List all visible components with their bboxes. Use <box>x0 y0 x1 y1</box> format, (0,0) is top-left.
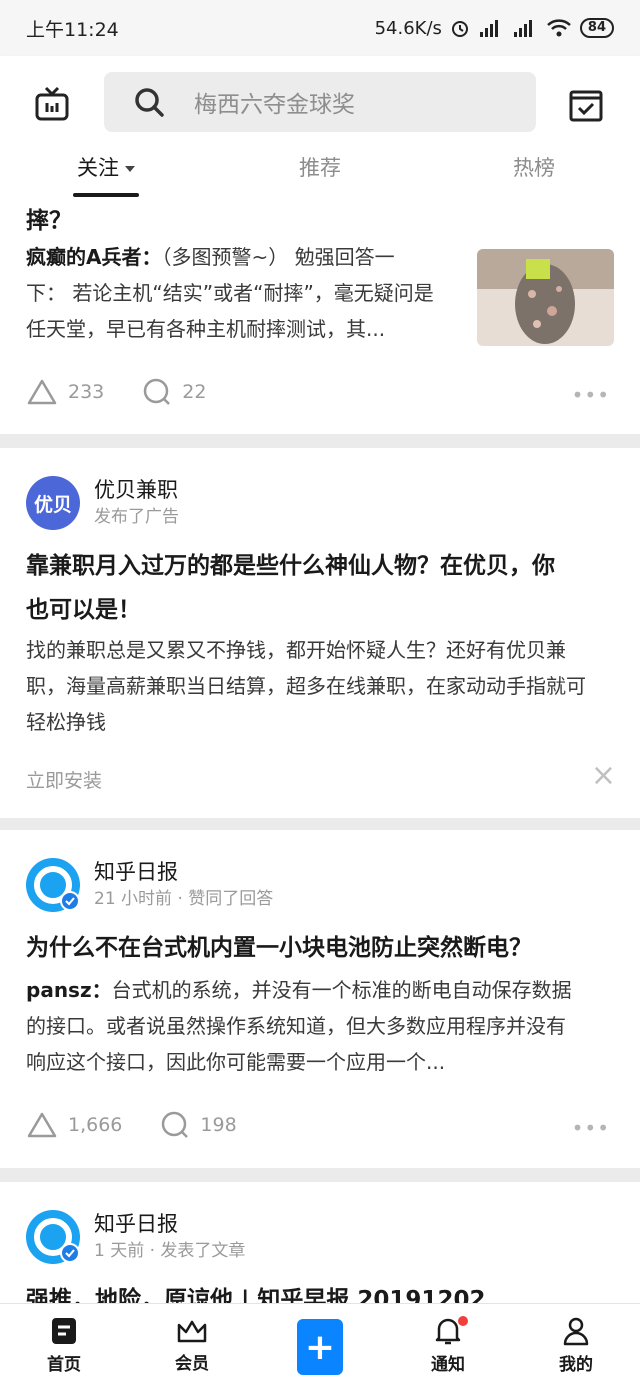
status-indicators: 54.6K/s 84 <box>375 18 614 39</box>
upvote-icon <box>27 1112 57 1138</box>
user-icon <box>563 1317 589 1345</box>
caret-down-icon <box>125 166 135 172</box>
notification-dot <box>458 1316 468 1326</box>
plus-icon: + <box>297 1319 343 1375</box>
feed-tabs: 关注 推荐 热榜 <box>0 148 640 197</box>
author-row[interactable]: 知乎日报 1 天前 · 发表了文章 <box>26 1210 245 1264</box>
comment-count: 22 <box>182 381 207 403</box>
close-ad-icon[interactable]: × <box>591 758 616 793</box>
nav-home-label: 首页 <box>47 1354 81 1375</box>
answer-author: 疯癫的A兵者： <box>26 245 162 269</box>
nav-notifications[interactable]: 通知 <box>384 1304 512 1386</box>
advertiser-avatar-text: 优贝 <box>33 493 72 516</box>
bottom-nav: 首页 会员 + 通知 我的 <box>0 1303 640 1386</box>
status-time: 上午11:24 <box>26 18 119 41</box>
tab-following[interactable]: 关注 <box>0 148 212 197</box>
nav-vip[interactable]: 会员 <box>128 1304 256 1386</box>
ad-meta: 发布了广告 <box>94 507 179 527</box>
net-speed: 54.6K/s <box>374 17 442 39</box>
nav-profile[interactable]: 我的 <box>512 1304 640 1386</box>
upvote-icon <box>27 379 57 405</box>
advertiser-name[interactable]: 优贝兼职 <box>94 476 179 504</box>
top-header: 梅西六夺金球奖 关注 推荐 热榜 <box>0 56 640 197</box>
signal-icon-2 <box>512 18 538 38</box>
search-placeholder: 梅西六夺金球奖 <box>194 92 355 118</box>
search-icon <box>135 88 164 117</box>
card-excerpt[interactable]: pansz：台式机的系统，并没有一个标准的断电自动保存数据的接口。或者说虽然操作… <box>0 972 610 1080</box>
author-meta: 21 小时前 · 赞同了回答 <box>94 889 274 909</box>
advertiser-avatar[interactable]: 优贝 <box>26 476 80 530</box>
tab-hot-label: 热榜 <box>513 156 555 180</box>
upvote-count: 1,666 <box>68 1114 123 1136</box>
tab-recommend[interactable]: 推荐 <box>212 148 428 197</box>
author-name[interactable]: 知乎日报 <box>94 1210 245 1238</box>
zhihu-daily-avatar[interactable] <box>26 1210 80 1264</box>
battery-icon: 84 <box>579 18 614 38</box>
zhihu-daily-avatar[interactable] <box>26 858 80 912</box>
answer-author: pansz： <box>26 978 112 1002</box>
tab-hot[interactable]: 热榜 <box>428 148 640 197</box>
checklist-icon[interactable] <box>566 84 606 124</box>
comment-icon <box>162 1111 189 1138</box>
nav-create[interactable]: + <box>256 1304 384 1386</box>
author-name[interactable]: 知乎日报 <box>94 858 273 886</box>
status-bar: 上午11:24 54.6K/s 84 <box>0 0 640 56</box>
wifi-icon <box>546 18 572 38</box>
nav-home[interactable]: 首页 <box>0 1304 128 1386</box>
home-doc-icon <box>52 1317 76 1344</box>
answer-thumbnail[interactable] <box>477 249 614 346</box>
alarm-icon <box>450 18 470 38</box>
upvote-button[interactable]: 1,666 <box>26 1111 122 1139</box>
card-excerpt[interactable]: 疯癫的A兵者：（多图预警~） 勉强回答一下： 若论主机“结实”或者“耐摔”，毫无… <box>0 239 460 347</box>
ad-title[interactable]: 靠兼职月入过万的都是些什么神仙人物？在优贝，你也可以是！ <box>0 544 600 632</box>
more-options-icon[interactable]: ••• <box>572 1116 610 1140</box>
tab-following-label: 关注 <box>77 156 119 180</box>
nav-notifications-label: 通知 <box>431 1354 465 1375</box>
crown-icon <box>177 1320 207 1342</box>
tab-recommend-label: 推荐 <box>299 156 341 180</box>
upvote-button[interactable]: 233 <box>26 378 104 406</box>
card-actions: 1,666 198 <box>26 1110 275 1140</box>
install-button[interactable]: 立即安装 <box>26 766 102 793</box>
feed[interactable]: 摔？ 疯癫的A兵者：（多图预警~） 勉强回答一下： 若论主机“结实”或者“耐摔”… <box>0 197 640 1303</box>
author-meta: 1 天前 · 发表了文章 <box>94 1241 246 1261</box>
card-actions: 233 22 <box>26 377 244 407</box>
card-title[interactable]: 为什么不在台式机内置一小块电池防止突然断电？ <box>0 926 620 970</box>
ad-excerpt[interactable]: 找的兼职总是又累又不挣钱，都开始怀疑人生？还好有优贝兼职，海量高薪兼职当日结算，… <box>0 632 620 740</box>
comment-icon <box>144 378 171 405</box>
feed-card-answer-2[interactable]: 知乎日报 21 小时前 · 赞同了回答 为什么不在台式机内置一小块电池防止突然断… <box>0 830 640 1168</box>
feed-card-article[interactable]: 知乎日报 1 天前 · 发表了文章 强推，地险，原谅他 | 知乎早报 20191… <box>0 1182 640 1303</box>
nav-profile-label: 我的 <box>559 1354 593 1375</box>
comment-count: 198 <box>200 1114 237 1136</box>
card-title[interactable]: 强推，地险，原谅他 | 知乎早报 20191202 <box>0 1278 620 1303</box>
tv-icon[interactable] <box>32 84 72 124</box>
nav-vip-label: 会员 <box>175 1353 209 1374</box>
search-bar[interactable]: 梅西六夺金球奖 <box>104 72 536 132</box>
comment-button[interactable]: 22 <box>142 377 206 407</box>
comment-button[interactable]: 198 <box>160 1110 237 1140</box>
more-options-icon[interactable]: ••• <box>572 383 610 407</box>
ad-advertiser[interactable]: 优贝 优贝兼职 发布了广告 <box>26 476 179 530</box>
feed-card-answer[interactable]: 摔？ 疯癫的A兵者：（多图预警~） 勉强回答一下： 若论主机“结实”或者“耐摔”… <box>0 197 640 434</box>
signal-icon <box>478 18 504 38</box>
feed-card-ad[interactable]: 优贝 优贝兼职 发布了广告 靠兼职月入过万的都是些什么神仙人物？在优贝，你也可以… <box>0 448 640 818</box>
upvote-count: 233 <box>68 381 105 403</box>
card-title[interactable]: 摔？ <box>0 199 98 243</box>
author-row[interactable]: 知乎日报 21 小时前 · 赞同了回答 <box>26 858 273 912</box>
